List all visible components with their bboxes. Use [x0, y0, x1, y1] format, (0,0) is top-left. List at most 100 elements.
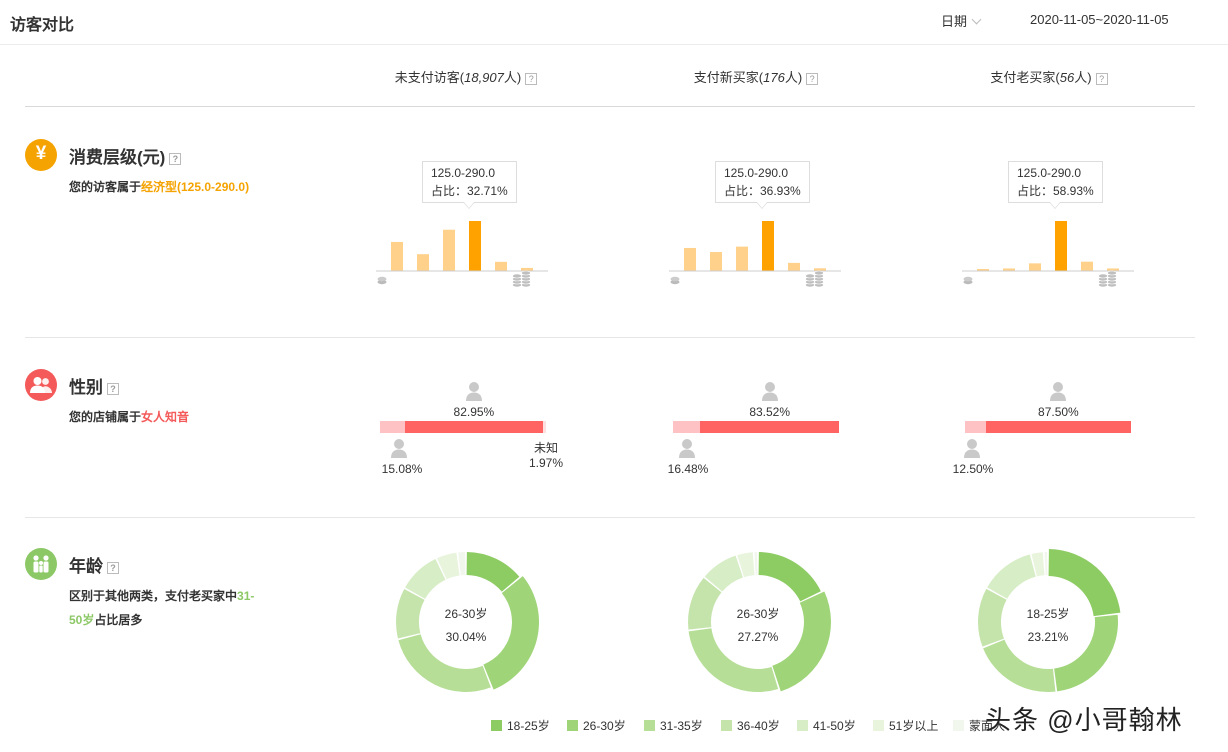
- legend-label: 31-35岁: [660, 719, 703, 733]
- coin-stack-icon: [805, 270, 824, 288]
- column-label-suffix: 人): [503, 70, 522, 85]
- help-icon[interactable]: ?: [1095, 72, 1108, 85]
- legend-label: 26-30岁: [583, 719, 626, 733]
- donut-slice[interactable]: [1054, 614, 1118, 692]
- divider: [25, 106, 1195, 107]
- tooltip-share: 占比：36.93%: [724, 184, 801, 198]
- donut-slice[interactable]: [1044, 552, 1048, 576]
- donut-slice[interactable]: [987, 554, 1036, 599]
- legend-item[interactable]: 36-40岁: [721, 717, 780, 734]
- legend-item[interactable]: 51岁以上: [873, 717, 938, 734]
- section-description: 您的店铺属于女人知音: [69, 410, 190, 424]
- bar[interactable]: [1055, 221, 1067, 271]
- column-label: 未支付访客(: [394, 70, 465, 85]
- female-person-icon: [1050, 382, 1067, 401]
- column-count: 176: [763, 70, 785, 85]
- male-percent: 16.48%: [667, 462, 709, 476]
- donut-slice[interactable]: [983, 639, 1056, 692]
- divider: [25, 337, 1195, 338]
- bar[interactable]: [417, 254, 429, 271]
- gender-bar-male[interactable]: [673, 421, 701, 433]
- legend-item[interactable]: 41-50岁: [797, 717, 856, 734]
- bar[interactable]: [1081, 261, 1093, 271]
- donut-slice[interactable]: [758, 552, 821, 602]
- male-person-icon: [391, 439, 407, 458]
- watermark: 头条 @小哥翰林: [985, 705, 1183, 735]
- male-person-icon: [679, 439, 695, 458]
- users-icon: [25, 369, 57, 401]
- donut-slice[interactable]: [754, 552, 758, 576]
- legend-label: 36-40岁: [737, 719, 780, 733]
- bar-tooltip: 125.0-290.0 占比：36.93%: [715, 161, 810, 209]
- donut-slice[interactable]: [396, 589, 425, 639]
- legend-swatch: [491, 720, 502, 731]
- gender-bar-male[interactable]: [380, 421, 406, 433]
- chevron-down-icon: [971, 14, 982, 25]
- column-count: 18,907: [464, 70, 504, 85]
- coin-stack-icon: [1098, 270, 1117, 288]
- donut-center-value: 30.04%: [446, 630, 487, 644]
- unknown-percent: 1.97%: [528, 456, 564, 470]
- donut-center-label: 18-25岁: [1027, 606, 1070, 621]
- male-person-icon: [964, 439, 980, 458]
- tooltip-range: 125.0-290.0: [1017, 166, 1082, 180]
- gender-bar-female[interactable]: [405, 421, 543, 433]
- help-icon[interactable]: ?: [806, 72, 819, 85]
- bar[interactable]: [391, 241, 403, 271]
- gender-bar-unknown[interactable]: [542, 421, 546, 433]
- male-percent: 15.08%: [381, 462, 423, 476]
- date-range[interactable]: 2020-11-05~2020-11-05: [1030, 12, 1169, 27]
- legend-swatch: [644, 720, 655, 731]
- gender-bar-male[interactable]: [965, 421, 986, 433]
- help-icon[interactable]: ?: [107, 382, 119, 395]
- column-header-new-buyers: 支付新买家(176人)?: [636, 67, 876, 86]
- column-header-old-buyers: 支付老买家(56人)?: [929, 67, 1169, 86]
- age-donut-chart: 26-30岁 30.04%: [396, 552, 539, 692]
- section-description: 您的访客属于经济型(125.0-290.0): [69, 180, 250, 194]
- page-title: 访客对比: [10, 17, 75, 34]
- column-label-suffix: 人): [1074, 70, 1092, 85]
- female-percent: 82.95%: [453, 405, 495, 419]
- legend-label: 51岁以上: [889, 719, 939, 733]
- legend-label: 18-25岁: [507, 719, 550, 733]
- donut-slice[interactable]: [483, 576, 539, 690]
- bar[interactable]: [495, 261, 507, 271]
- legend-swatch: [873, 720, 884, 731]
- column-label-suffix: 人): [784, 70, 803, 85]
- gender-bar-female[interactable]: [700, 421, 839, 433]
- bar[interactable]: [710, 252, 722, 271]
- help-icon[interactable]: ?: [107, 561, 119, 574]
- donut-slice[interactable]: [458, 552, 466, 576]
- tooltip-range: 125.0-290.0: [724, 166, 789, 180]
- tooltip-range: 125.0-290.0: [431, 166, 496, 180]
- help-icon[interactable]: ?: [525, 72, 538, 85]
- bar[interactable]: [443, 229, 455, 271]
- donut-slice[interactable]: [772, 591, 831, 692]
- tooltip-share: 占比：58.93%: [1017, 184, 1094, 198]
- period-dropdown[interactable]: 日期: [941, 11, 982, 30]
- section-title: 消费层级(元)?: [69, 143, 182, 168]
- bar[interactable]: [762, 221, 774, 271]
- female-percent: 83.52%: [749, 405, 791, 419]
- legend-item[interactable]: 18-25岁: [491, 717, 550, 734]
- gender-bar-female[interactable]: [985, 421, 1131, 433]
- help-icon[interactable]: ?: [169, 152, 182, 165]
- top-bar: 访客对比 日期 2020-11-05~2020-11-05: [0, 0, 1228, 45]
- legend-item[interactable]: 26-30岁: [567, 717, 626, 734]
- divider: [25, 517, 1195, 518]
- bar[interactable]: [684, 247, 696, 271]
- column-label: 支付老买家(: [990, 70, 1060, 85]
- legend-item[interactable]: 31-35岁: [644, 717, 703, 734]
- bar[interactable]: [1029, 263, 1041, 271]
- section-title: 年龄?: [69, 552, 119, 577]
- donut-center-value: 27.27%: [738, 630, 779, 644]
- period-label: 日期: [941, 14, 968, 29]
- bar[interactable]: [788, 262, 800, 271]
- bar[interactable]: [736, 246, 748, 271]
- donut-slice[interactable]: [978, 588, 1007, 647]
- section-title: 性别?: [69, 373, 119, 398]
- donut-center-label: 26-30岁: [737, 606, 780, 621]
- bar[interactable]: [469, 221, 481, 271]
- female-person-icon: [761, 382, 778, 401]
- consumption-bar-chart: [962, 221, 1134, 288]
